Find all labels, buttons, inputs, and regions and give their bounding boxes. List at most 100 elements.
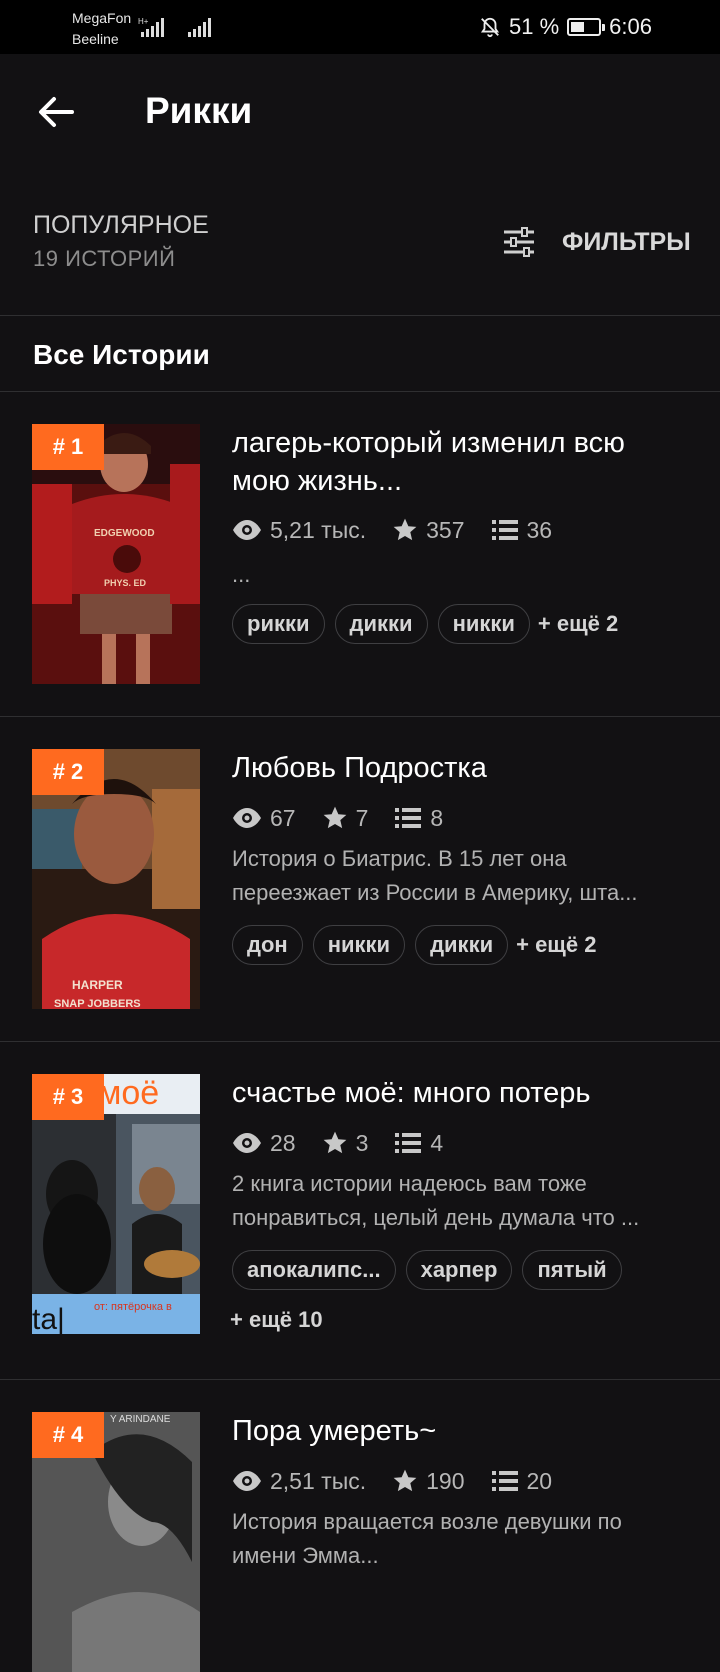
story-tags: рикки дикки никки + ещё 2	[232, 604, 692, 644]
votes-stat: 357	[392, 516, 465, 544]
section-title: Все Истории	[33, 339, 210, 370]
svg-text:EDGEWOOD: EDGEWOOD	[94, 528, 155, 539]
app-bar: Рикки	[0, 54, 720, 174]
tag-chip[interactable]: никки	[312, 925, 406, 965]
votes-stat: 190	[392, 1467, 465, 1495]
parts-count: 8	[430, 804, 444, 831]
story-cover-image[interactable]: моё от: пятёрочка в ta| # 3	[32, 1074, 200, 1334]
eye-icon	[233, 808, 261, 828]
views-count: 5,21 тыс.	[270, 516, 367, 543]
star-icon	[323, 806, 346, 829]
views-count: 67	[270, 804, 296, 831]
back-arrow-icon[interactable]	[36, 94, 76, 130]
battery-percent: 51 %	[509, 14, 560, 39]
more-tags-link[interactable]: + ещё 10	[230, 1300, 323, 1340]
svg-text:H+: H+	[138, 17, 149, 26]
status-right: 51 % 6:06	[479, 12, 652, 42]
more-tags-link[interactable]: + ещё 2	[516, 925, 596, 965]
story-tags: дон никки дикки + ещё 2	[232, 925, 692, 965]
clock: 6:06	[609, 14, 652, 39]
votes-count: 190	[426, 1467, 465, 1494]
tag-chip[interactable]: никки	[437, 604, 530, 644]
star-icon	[393, 518, 417, 541]
tag-chip[interactable]: рикки	[232, 604, 325, 644]
description-line: имени Эмма...	[232, 1543, 379, 1568]
tag-chip[interactable]: пятый	[522, 1250, 622, 1290]
views-stat: 5,21 тыс.	[232, 517, 366, 544]
parts-count: 36	[526, 516, 553, 543]
story-title-line: счастье моё: много потерь	[232, 1077, 591, 1109]
rank-badge: # 1	[32, 424, 104, 470]
views-count: 2,51 тыс.	[270, 1467, 367, 1494]
story-title-line: Любовь Подростка	[232, 752, 487, 784]
story-cover-image[interactable]: HARPER SNAP JOBBERS # 2	[32, 749, 200, 1009]
filters-button[interactable]: ФИЛЬТРЫ	[502, 222, 691, 262]
divider	[0, 391, 720, 392]
story-title-line: мою жизнь...	[232, 465, 403, 497]
carrier-1: MegaFon	[72, 10, 132, 26]
views-stat: 28	[232, 1130, 296, 1157]
tag-chip[interactable]: дон	[232, 925, 303, 965]
story-title[interactable]: счастье моё: много потерь	[232, 1074, 692, 1112]
parts-stat: 8	[394, 805, 443, 832]
divider	[0, 1041, 720, 1042]
signal-icon-2	[188, 18, 211, 37]
description-line: История о Биатрис. В 15 лет она	[232, 846, 567, 871]
story-stats: 28 3 4	[232, 1128, 469, 1158]
tag-chip[interactable]: харпер	[405, 1250, 513, 1290]
story-title-line: Пора умереть~	[232, 1415, 437, 1447]
list-icon	[395, 808, 422, 828]
eye-icon	[233, 1471, 261, 1491]
votes-count: 357	[426, 516, 465, 543]
battery-icon	[567, 18, 606, 36]
filters-label: ФИЛЬТРЫ	[562, 227, 691, 256]
more-tags-link[interactable]: + ещё 2	[538, 604, 618, 644]
description-line: ...	[232, 562, 251, 587]
story-description: История о Биатрис. В 15 лет она переезжа…	[232, 842, 688, 910]
rank-badge: # 3	[32, 1074, 104, 1120]
status-bar: MegaFon Beeline H+ 51 % 6:06	[0, 0, 720, 54]
description-line: История вращается возле девушки по	[232, 1509, 622, 1534]
story-title[interactable]: лагерь-который изменил всю мою жизнь...	[232, 424, 692, 500]
mute-bell-icon	[480, 17, 500, 38]
votes-count: 7	[355, 804, 369, 831]
story-stats: 2,51 тыс. 190 20	[232, 1466, 578, 1496]
divider	[0, 1379, 720, 1380]
tag-chip[interactable]: апокалипс...	[232, 1250, 396, 1290]
story-count: 19 ИСТОРИЙ	[33, 246, 176, 271]
list-icon	[491, 520, 518, 540]
sort-label[interactable]: ПОПУЛЯРНОЕ	[33, 210, 209, 240]
story-description: ...	[232, 558, 688, 592]
story-title-line: лагерь-который изменил всю	[232, 427, 625, 459]
story-title[interactable]: Пора умереть~	[232, 1412, 692, 1450]
views-count: 28	[270, 1129, 296, 1156]
carrier-names: MegaFon Beeline	[72, 8, 131, 50]
svg-text:PHYS. ED: PHYS. ED	[104, 578, 147, 588]
story-description: История вращается возле девушки по имени…	[232, 1505, 688, 1573]
signal-icon-1: H+	[138, 17, 164, 37]
tag-chip[interactable]: дикки	[415, 925, 509, 965]
parts-stat: 4	[394, 1130, 443, 1157]
parts-stat: 20	[491, 1467, 553, 1495]
list-icon	[395, 1133, 422, 1153]
story-stats: 5,21 тыс. 357 36	[232, 515, 578, 545]
tag-chip[interactable]: дикки	[334, 604, 428, 644]
views-stat: 2,51 тыс.	[232, 1468, 366, 1495]
description-line: понравиться, целый день думала что ...	[232, 1205, 640, 1230]
rank-badge: # 2	[32, 749, 104, 795]
page-title: Рикки	[145, 90, 253, 131]
parts-count: 20	[526, 1467, 553, 1494]
cover-text: моё	[98, 1074, 159, 1112]
description-line: 2 книга истории надеюсь вам тоже	[232, 1171, 587, 1196]
cover-text: от: пятёрочка в	[94, 1301, 172, 1313]
story-cover-image[interactable]: EDGEWOOD PHYS. ED # 1	[32, 424, 200, 684]
story-cover-image[interactable]: Y ARINDANE # 4	[32, 1412, 200, 1672]
views-stat: 67	[232, 805, 296, 832]
cover-text: ta|	[32, 1303, 65, 1334]
story-stats: 67 7 8	[232, 803, 469, 833]
divider	[0, 716, 720, 717]
story-title[interactable]: Любовь Подростка	[232, 749, 692, 787]
cover-text: Y ARINDANE	[110, 1414, 171, 1425]
votes-stat: 7	[322, 804, 369, 832]
parts-stat: 36	[491, 516, 553, 544]
